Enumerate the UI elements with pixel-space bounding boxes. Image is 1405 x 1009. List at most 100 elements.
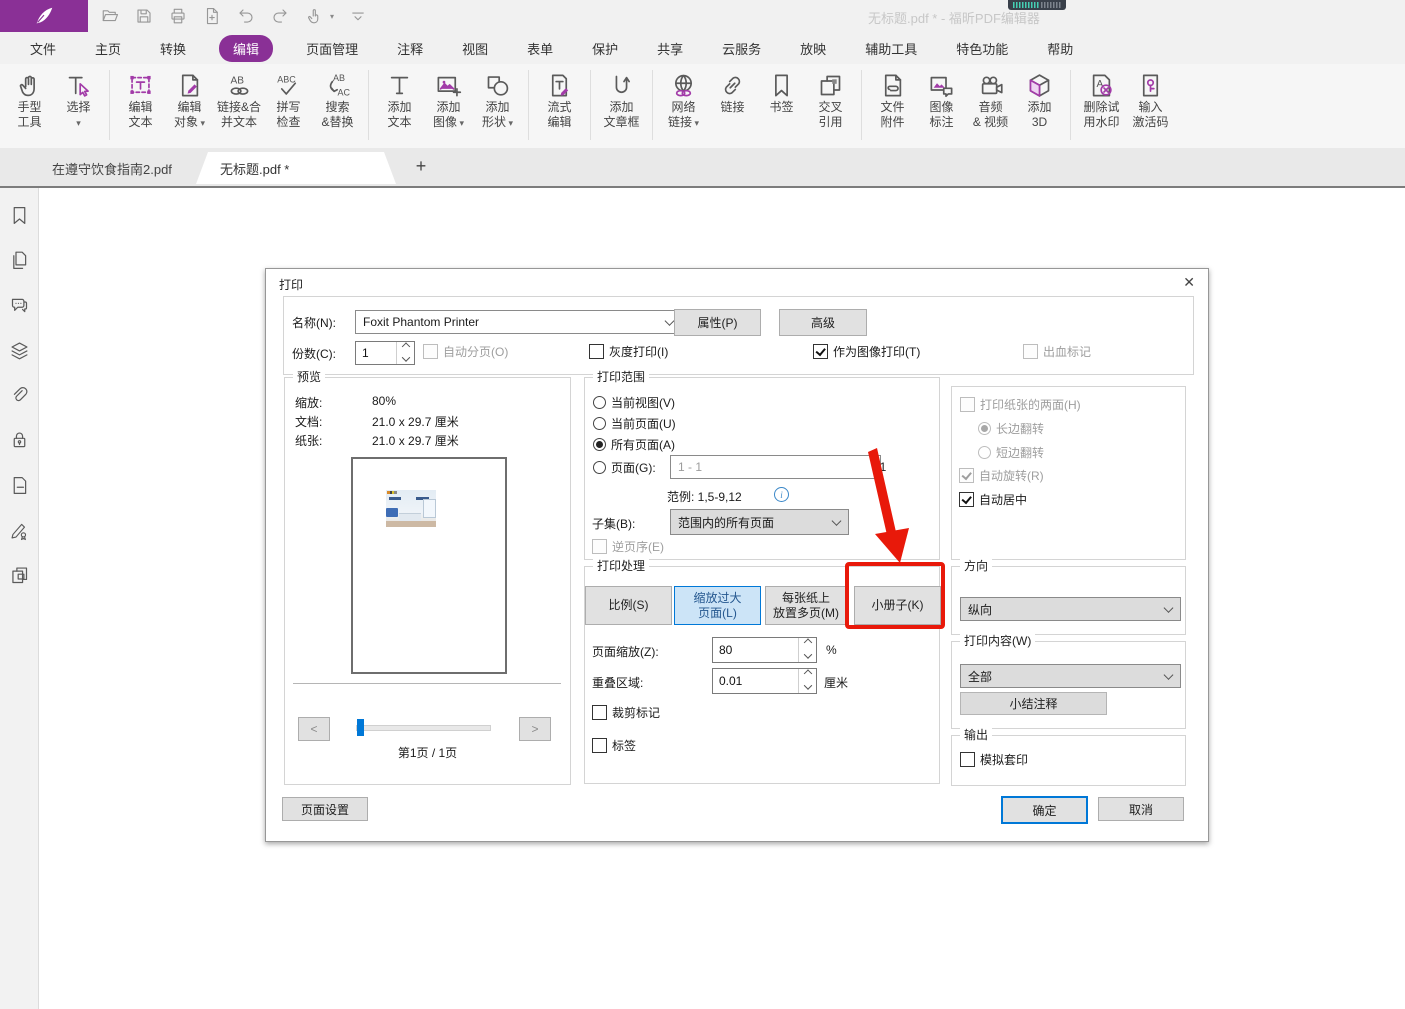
info-icon[interactable]: i [774,487,789,502]
menu-item-13[interactable]: 辅助工具 [859,35,923,62]
overlap-stepper[interactable]: 0.01 [712,668,817,694]
menu-item-1[interactable]: 文件 [24,35,62,62]
page-slider[interactable] [356,725,491,731]
current-page-radio[interactable]: 当前页面(U) [593,415,676,432]
ribbon-tool-search-replace[interactable]: ABAC搜索&替换 [313,68,362,132]
sidebar-comments-panel-button[interactable] [0,285,38,330]
sidebar-attachments-panel-button[interactable] [0,375,38,420]
chevron-down-icon[interactable]: ▾ [330,12,334,21]
ribbon-tool-edit-text[interactable]: 编辑文本 [116,68,165,132]
customize-toolbar-button[interactable] [348,6,368,26]
stepper-down-icon[interactable] [397,353,414,364]
grayscale-checkbox[interactable]: 灰度打印(I) [589,343,668,360]
ribbon-tool-web-link[interactable]: 网络链接 ▾ [659,68,708,133]
multiple-pages-mode-button[interactable]: 每张纸上放置多页(M) [765,586,847,625]
crop-marks-checkbox[interactable]: 裁剪标记 [592,704,660,721]
undo-button[interactable] [236,6,256,26]
menu-item-7[interactable]: 视图 [456,35,494,62]
menu-item-4[interactable]: 编辑 [219,35,273,62]
ribbon-tool-enter-activation-code[interactable]: 输入激活码 [1126,68,1175,132]
ribbon-tool-add-text[interactable]: 添加文本 [375,68,424,132]
sidebar-destinations-panel-button[interactable] [0,465,38,510]
ribbon-tool-spell-check[interactable]: ABC拼写检查 [264,68,313,132]
auto-center-checkbox[interactable]: 自动居中 [959,491,1027,508]
scale-mode-button[interactable]: 比例(S) [585,586,672,625]
page-zoom-stepper[interactable]: 80 [712,637,817,663]
new-document-button[interactable] [202,6,222,26]
menu-item-15[interactable]: 帮助 [1041,35,1079,62]
stepper-down-icon[interactable] [799,650,816,662]
tab-document-1[interactable]: 在遵守饮食指南2.pdf [38,152,224,184]
dialog-close-icon[interactable]: ✕ [1183,274,1195,291]
ribbon-tool-file-attachment[interactable]: 文件附件 [868,68,917,132]
save-button[interactable] [134,6,154,26]
tags-checkbox[interactable]: 标签 [592,737,636,754]
sidebar-signatures-panel-button[interactable] [0,510,38,555]
redo-button[interactable] [270,6,290,26]
previous-page-button[interactable]: < [298,717,330,741]
all-pages-radio[interactable]: 所有页面(A) [593,436,675,453]
advanced-button[interactable]: 高级 [779,309,867,336]
page-setup-button[interactable]: 页面设置 [282,797,368,821]
orientation-select[interactable]: 纵向 [960,597,1181,621]
ribbon-tool-image-annotation[interactable]: 图像标注 [917,68,966,132]
summarize-comments-button[interactable]: 小结注释 [960,692,1107,715]
menu-item-9[interactable]: 保护 [586,35,624,62]
menu-item-8[interactable]: 表单 [521,35,559,62]
menu-item-2[interactable]: 主页 [89,35,127,62]
dialog-title: 打印 [279,276,303,293]
sidebar-layers-panel-button[interactable] [0,330,38,375]
menu-item-10[interactable]: 共享 [651,35,689,62]
ribbon-tool-audio-video[interactable]: 音频& 视频 [966,68,1015,132]
ribbon-tool-add-3d[interactable]: 添加3D [1015,68,1064,132]
copies-stepper[interactable]: 1 [355,341,415,365]
pages-radio[interactable]: 页面(G): [593,459,656,476]
ribbon-tool-reflow-edit[interactable]: 流式编辑 [535,68,584,132]
properties-button[interactable]: 属性(P) [674,309,761,336]
sidebar-bookmarks-panel-button[interactable] [0,195,38,240]
new-tab-button[interactable]: + [410,156,432,177]
ok-button[interactable]: 确定 [1001,796,1088,824]
ribbon-tool-remove-trial-watermark[interactable]: A删除试用水印 [1077,68,1126,132]
print-content-select[interactable]: 全部 [960,664,1181,688]
menu-item-3[interactable]: 转换 [154,35,192,62]
menu-item-12[interactable]: 放映 [794,35,832,62]
ribbon-tool-link[interactable]: 链接 [708,68,757,117]
tab-document-2[interactable]: 无标题.pdf * ✕ [196,152,444,184]
svg-text:AB: AB [230,75,244,86]
sidebar-security-panel-button[interactable] [0,420,38,465]
sidebar-snapshot-panel-button[interactable] [0,555,38,600]
stepper-up-icon[interactable] [799,669,816,681]
current-view-radio[interactable]: 当前视图(V) [593,394,675,411]
ribbon-tool-bookmark[interactable]: 书签 [757,68,806,117]
hand-mode-button[interactable] [304,6,324,26]
print-as-image-checkbox[interactable]: 作为图像打印(T) [813,343,920,360]
menu-item-11[interactable]: 云服务 [716,35,767,62]
ribbon-tool-select-tool[interactable]: 选择▾ [54,68,103,133]
print-button[interactable] [168,6,188,26]
ribbon-tool-hand-tool[interactable]: 手型工具 [5,68,54,132]
printer-select[interactable]: Foxit Phantom Printer [355,310,682,334]
menu-item-5[interactable]: 页面管理 [300,35,364,62]
ribbon-tool-add-article-box[interactable]: 添加文章框 [597,68,646,132]
ribbon-tool-add-image[interactable]: 添加图像 ▾ [424,68,473,133]
shrink-oversized-mode-button[interactable]: 缩放过大页面(L) [674,586,761,625]
pages-range-input[interactable]: 1 - 1 [670,455,881,479]
menu-item-6[interactable]: 注释 [391,35,429,62]
stepper-up-icon[interactable] [397,342,414,353]
ribbon-tool-link-join-text[interactable]: AB链接&合并文本 [214,68,264,132]
next-page-button[interactable]: > [519,717,551,741]
sidebar-pages-panel-button[interactable] [0,240,38,285]
simulate-overprint-checkbox[interactable]: 模拟套印 [960,751,1028,768]
ribbon-tool-label: 图像 [930,100,954,115]
open-button[interactable] [100,6,120,26]
stepper-up-icon[interactable] [799,638,816,650]
ribbon-tool-add-shape[interactable]: 添加形状 ▾ [473,68,522,133]
cancel-button[interactable]: 取消 [1098,797,1184,821]
subset-select[interactable]: 范围内的所有页面 [670,509,849,535]
menu-item-14[interactable]: 特色功能 [950,35,1014,62]
ribbon-tool-edit-object[interactable]: 编辑对象 ▾ [165,68,214,133]
page-slider-handle[interactable] [357,719,364,736]
ribbon-tool-cross-reference[interactable]: 交叉引用 [806,68,855,132]
stepper-down-icon[interactable] [799,681,816,693]
